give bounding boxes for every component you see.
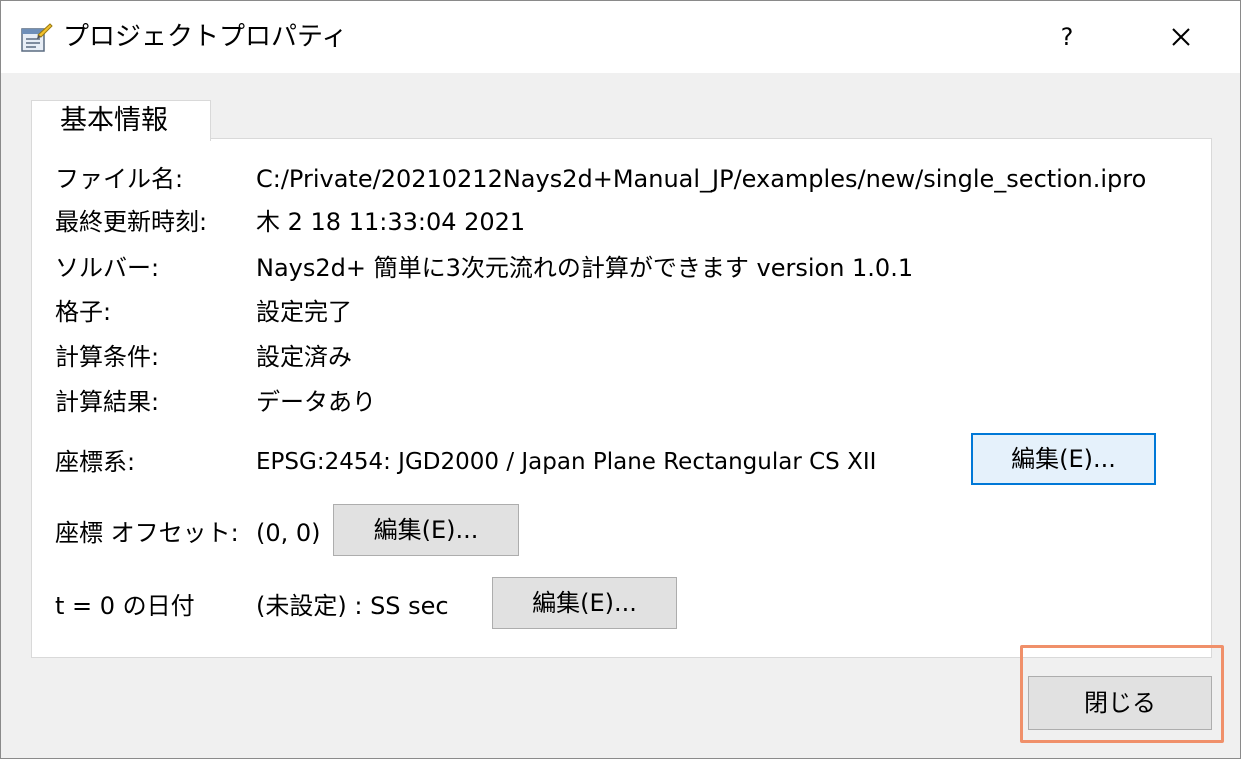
title-bar: プロジェクトプロパティ ? xyxy=(1,1,1240,73)
results-value: データあり xyxy=(256,388,376,416)
file-value: C:/Private/20210212Nays2d+Manual_JP/exam… xyxy=(256,165,1147,193)
project-properties-dialog: プロジェクトプロパティ ? 基本情報 ファイル名: C:/Private/202… xyxy=(0,0,1241,759)
zero-date-value: (未設定) : SS sec xyxy=(256,592,449,620)
grid-label: 格子: xyxy=(55,298,112,326)
modified-label: 最終更新時刻: xyxy=(55,208,208,236)
close-button-highlight xyxy=(1020,645,1224,743)
solver-value: Nays2d+ 簡単に3次元流れの計算ができます version 1.0.1 xyxy=(256,254,914,282)
coord-system-value: EPSG:2454: JGD2000 / Japan Plane Rectang… xyxy=(256,449,877,475)
conditions-value: 設定済み xyxy=(256,343,352,371)
window-title: プロジェクトプロパティ xyxy=(63,22,348,52)
coord-offset-value: (0, 0) xyxy=(256,519,321,547)
file-label: ファイル名: xyxy=(55,165,184,193)
results-label: 計算結果: xyxy=(55,388,160,416)
properties-icon xyxy=(21,23,53,52)
tab-basic-info[interactable]: 基本情報 xyxy=(31,100,211,141)
zero-date-edit-button[interactable]: 編集(E)... xyxy=(492,577,677,629)
help-button[interactable]: ? xyxy=(1041,13,1093,61)
coord-system-label: 座標系: xyxy=(55,448,136,476)
coord-offset-edit-button[interactable]: 編集(E)... xyxy=(333,504,519,556)
zero-date-label: t = 0 の日付 xyxy=(55,592,195,620)
grid-value: 設定完了 xyxy=(256,298,352,326)
close-window-icon[interactable] xyxy=(1155,13,1207,61)
coord-offset-label: 座標 オフセット: xyxy=(55,519,239,547)
modified-value: 木 2 18 11:33:04 2021 xyxy=(256,208,526,236)
solver-label: ソルバー: xyxy=(55,254,160,282)
conditions-label: 計算条件: xyxy=(55,343,160,371)
coord-system-edit-button[interactable]: 編集(E)... xyxy=(971,433,1156,485)
